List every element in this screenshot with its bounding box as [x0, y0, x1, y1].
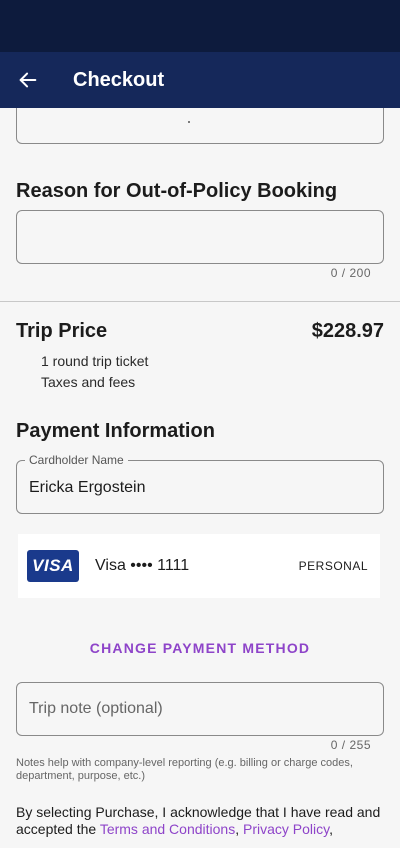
change-payment-method-button[interactable]: CHANGE PAYMENT METHOD	[0, 630, 400, 666]
price-item-ticket: 1 round trip ticket	[41, 353, 149, 369]
card-label: Visa •••• 1111	[95, 557, 190, 574]
reason-heading: Reason for Out-of-Policy Booking	[16, 180, 338, 202]
trip-note-placeholder: Trip note (optional)	[29, 700, 163, 717]
cardholder-name-value[interactable]: Ericka Ergostein	[29, 479, 146, 497]
page-title: Checkout	[73, 68, 165, 91]
cardholder-name-label: Cardholder Name	[25, 453, 128, 467]
payment-card[interactable]: VISA Visa •••• 1111 PERSONAL	[18, 534, 380, 598]
trip-note-input[interactable]: Trip note (optional)	[16, 682, 384, 736]
arrow-left-icon	[19, 72, 37, 88]
card-type-badge: PERSONAL	[298, 559, 368, 573]
legal-trailing: ,	[329, 821, 333, 837]
reason-counter: 0 / 200	[330, 266, 371, 280]
trip-note-hint: Notes help with company-level reporting …	[16, 757, 353, 782]
price-item-taxes: Taxes and fees	[41, 374, 136, 390]
trip-price-row: Trip Price $228.97	[16, 320, 384, 343]
trip-note-counter: 0 / 255	[330, 738, 371, 752]
previous-field[interactable]	[16, 108, 384, 144]
trip-price-amount: $228.97	[311, 320, 384, 342]
legal-separator: ,	[235, 821, 243, 837]
app-bar: Checkout	[0, 52, 400, 108]
reason-input[interactable]	[16, 210, 384, 264]
cardholder-name-field[interactable]: Cardholder Name Ericka Ergostein	[16, 453, 384, 514]
legal-text: By selecting Purchase, I acknowledge tha…	[16, 804, 388, 838]
visa-logo-icon: VISA	[27, 550, 79, 582]
checkout-content[interactable]: Reason for Out-of-Policy Booking 0 / 200…	[0, 108, 400, 848]
payment-heading: Payment Information	[16, 420, 215, 442]
divider	[0, 301, 400, 302]
trip-price-heading: Trip Price	[16, 320, 108, 342]
terms-link[interactable]: Terms and Conditions	[100, 821, 235, 837]
status-bar	[0, 0, 400, 52]
privacy-policy-link[interactable]: Privacy Policy	[243, 821, 329, 837]
field-mark	[188, 121, 190, 123]
back-button[interactable]	[0, 52, 56, 108]
